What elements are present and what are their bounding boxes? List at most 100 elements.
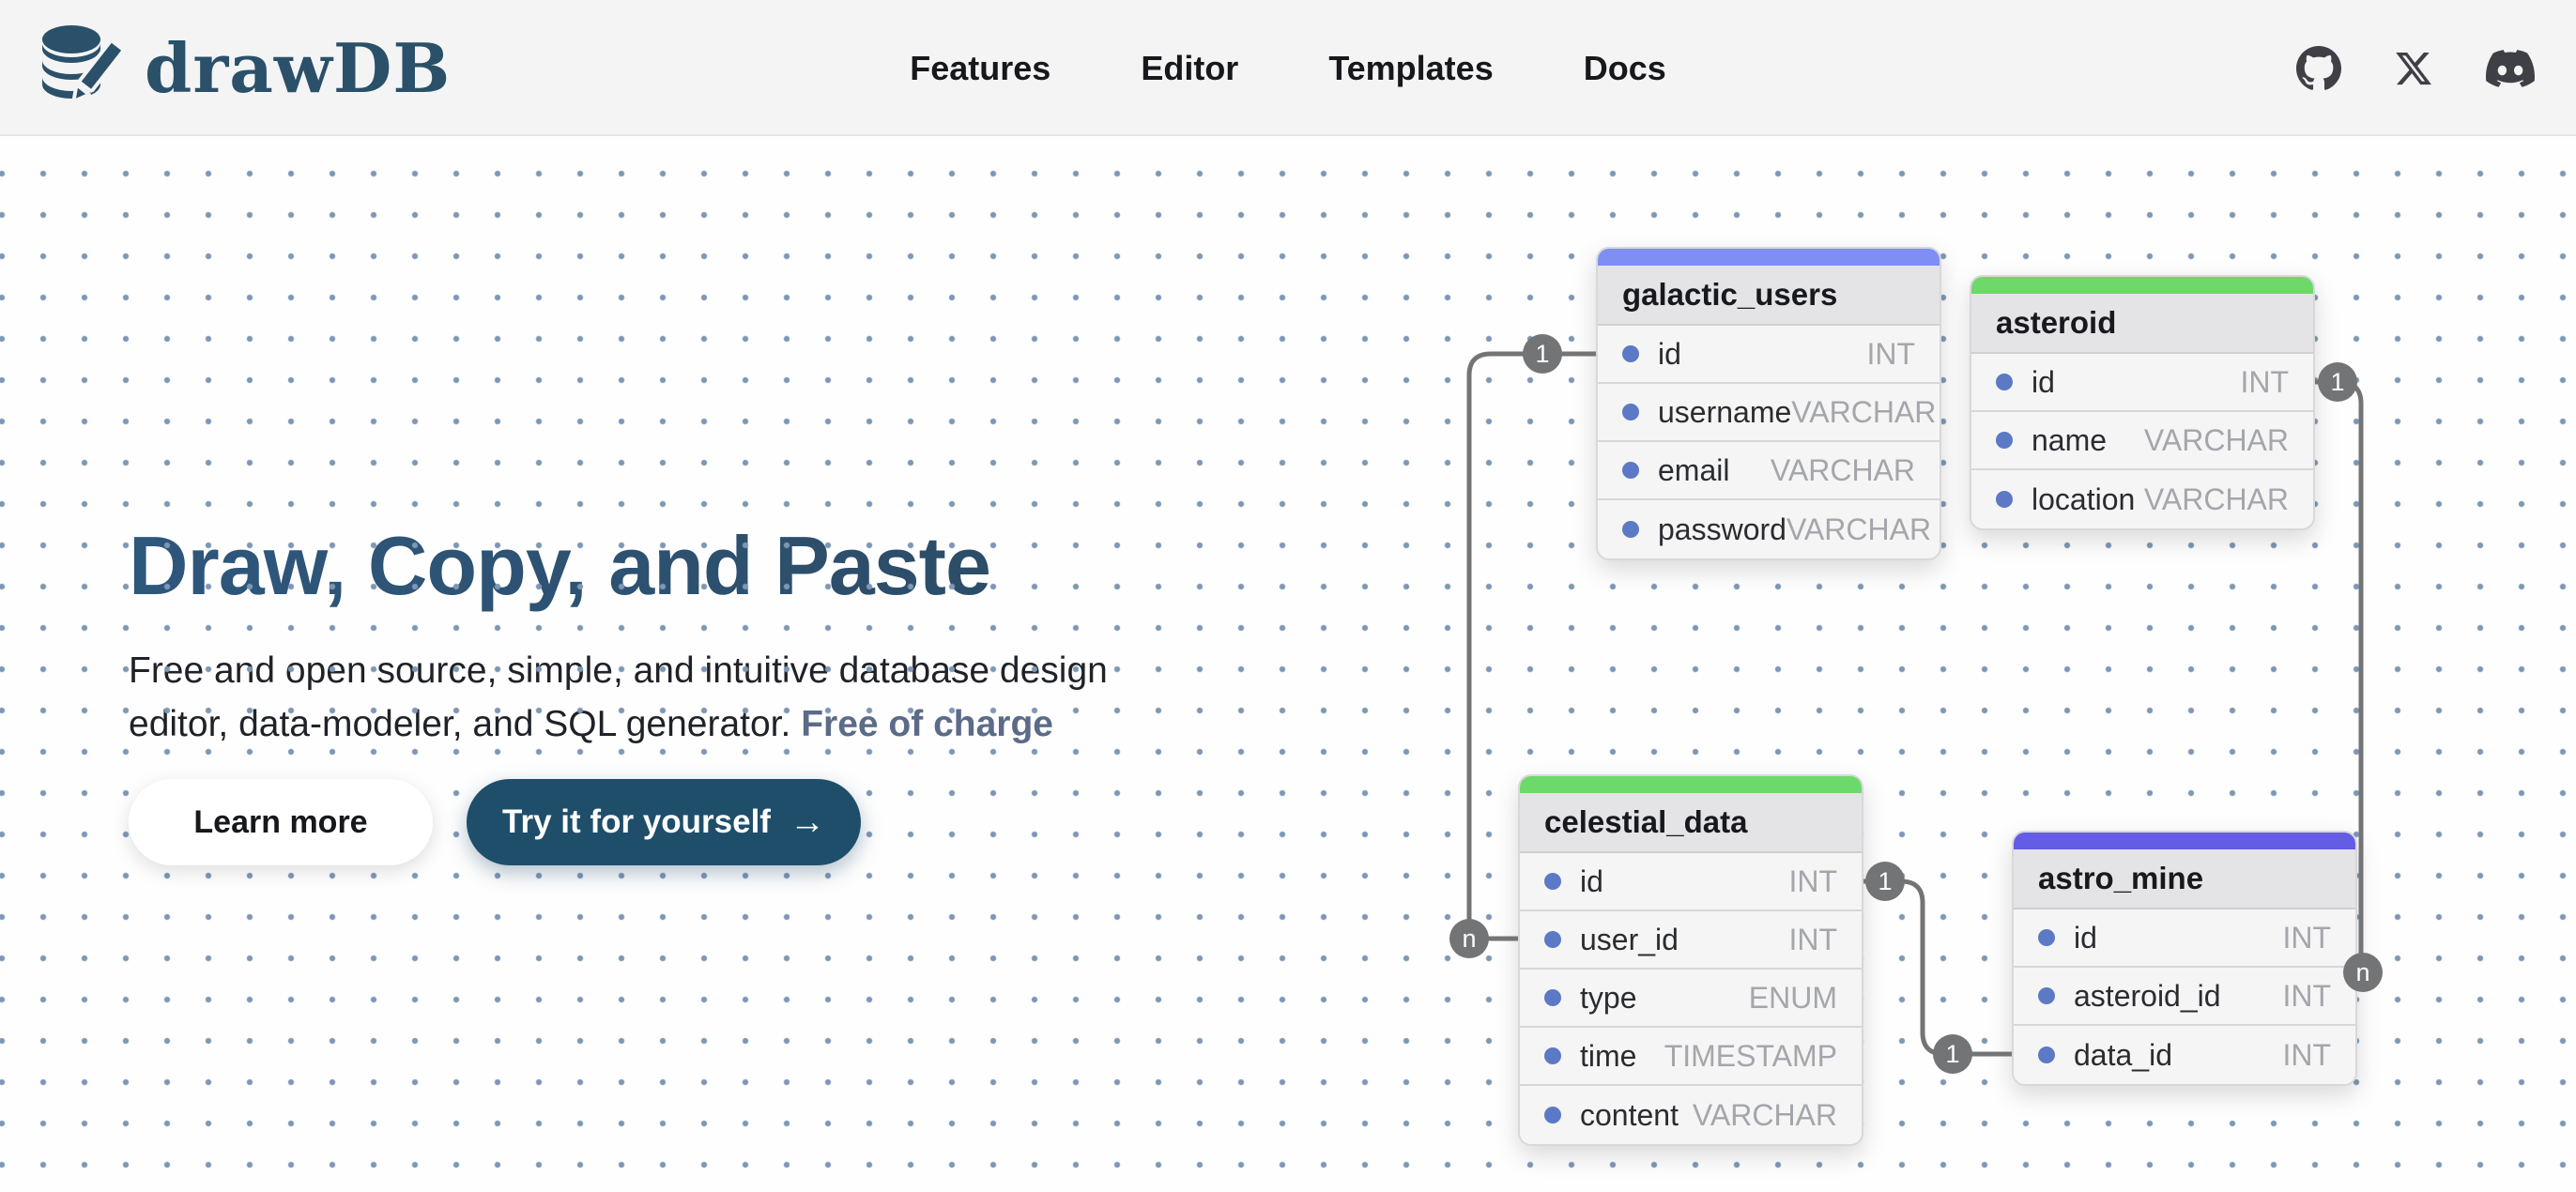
field-type: INT xyxy=(2282,979,2331,1014)
field-type: INT xyxy=(2282,921,2331,955)
field-type: INT xyxy=(1788,923,1837,957)
drawdb-logo[interactable]: drawDB xyxy=(38,21,451,115)
field-dot-icon xyxy=(1544,931,1561,948)
field-dot-icon xyxy=(2038,987,2055,1004)
field-dot-icon xyxy=(1996,432,2013,449)
field-row-id[interactable]: id INT xyxy=(2014,909,2355,968)
field-name: name xyxy=(2032,423,2107,458)
field-type: VARCHAR xyxy=(1786,512,1931,547)
field-name: id xyxy=(2032,365,2055,400)
hero-subtitle-line2: editor, data-modeler, and SQL generator. xyxy=(129,704,790,744)
table-accent-strip xyxy=(1520,776,1862,793)
table-name: astro_mine xyxy=(2014,849,2355,909)
table-galactic_users[interactable]: galactic_usersidINTusernameVARCHARemailV… xyxy=(1596,247,1941,560)
table-name: asteroid xyxy=(1971,294,2313,354)
field-row-email[interactable]: email VARCHAR xyxy=(1598,442,1940,500)
field-dot-icon xyxy=(1622,404,1639,420)
table-accent-strip xyxy=(1598,249,1940,266)
field-name: data_id xyxy=(2074,1038,2172,1073)
table-astro_mine[interactable]: astro_mineid INT asteroid_id INT data_id INT xyxy=(2012,831,2357,1086)
brand-name: drawDB xyxy=(145,28,451,108)
field-row-password[interactable]: passwordVARCHAR xyxy=(1598,500,1940,558)
field-dot-icon xyxy=(1622,345,1639,362)
table-name: galactic_users xyxy=(1598,266,1940,326)
field-type: VARCHAR xyxy=(1693,1098,1837,1133)
discord-icon[interactable] xyxy=(2486,44,2535,93)
field-row-location[interactable]: location VARCHAR xyxy=(1971,470,2313,528)
field-name: asteroid_id xyxy=(2074,979,2221,1014)
field-name: id xyxy=(2074,921,2097,955)
field-dot-icon xyxy=(1544,1107,1561,1123)
table-celestial_data[interactable]: celestial_dataid INT user_id INT type ENUM tim… xyxy=(1518,774,1863,1146)
nav-link-features[interactable]: Features xyxy=(910,49,1050,88)
field-dot-icon xyxy=(1544,873,1561,890)
field-type: VARCHAR xyxy=(1791,395,1936,430)
cardinality-badge-1: 1 xyxy=(2318,362,2357,402)
field-dot-icon xyxy=(1996,491,2013,508)
field-name: password xyxy=(1658,512,1786,547)
social-links xyxy=(2296,0,2535,136)
field-dot-icon xyxy=(2038,1047,2055,1063)
field-row-asteroid_id[interactable]: asteroid_id INT xyxy=(2014,968,2355,1026)
field-name: content xyxy=(1580,1098,1679,1133)
field-name: type xyxy=(1580,981,1636,1016)
field-name: email xyxy=(1658,453,1729,488)
drawdb-database-pencil-icon xyxy=(38,21,131,115)
field-type: TIMESTAMP xyxy=(1664,1039,1837,1074)
try-it-label: Try it for yourself xyxy=(502,803,771,841)
field-row-time[interactable]: time TIMESTAMP xyxy=(1520,1028,1862,1086)
field-dot-icon xyxy=(2038,929,2055,946)
hero-subtitle-line1: Free and open source, simple, and intuit… xyxy=(129,650,1108,691)
field-type: INT xyxy=(1788,864,1837,899)
nav-link-editor[interactable]: Editor xyxy=(1141,49,1238,88)
cardinality-badge-n: n xyxy=(1449,919,1489,958)
main-navigation: Features Editor Templates Docs xyxy=(910,0,1666,136)
field-row-id[interactable]: id INT xyxy=(1971,354,2313,412)
hero-section: Draw, Copy, and Paste Free and open sour… xyxy=(129,518,1255,751)
field-row-username[interactable]: usernameVARCHAR xyxy=(1598,384,1940,442)
field-type: INT xyxy=(2240,365,2289,400)
learn-more-button[interactable]: Learn more xyxy=(129,779,433,865)
field-type: VARCHAR xyxy=(2144,482,2289,517)
field-dot-icon xyxy=(1996,374,2013,390)
field-type: INT xyxy=(1866,337,1915,372)
github-icon[interactable] xyxy=(2296,46,2341,91)
field-dot-icon xyxy=(1622,521,1639,538)
arrow-right-icon: → xyxy=(790,802,825,843)
cardinality-badge-1: 1 xyxy=(1933,1034,1972,1074)
table-accent-strip xyxy=(2014,833,2355,849)
field-type: VARCHAR xyxy=(2144,423,2289,458)
field-row-type[interactable]: type ENUM xyxy=(1520,970,1862,1028)
field-type: ENUM xyxy=(1749,981,1837,1016)
field-row-content[interactable]: content VARCHAR xyxy=(1520,1086,1862,1144)
cardinality-badge-1: 1 xyxy=(1523,334,1562,374)
field-row-id[interactable]: id INT xyxy=(1598,326,1940,384)
top-navbar: drawDB Features Editor Templates Docs xyxy=(0,0,2576,136)
free-of-charge-link[interactable]: Free of charge xyxy=(801,704,1053,744)
cardinality-badge-n: n xyxy=(2343,953,2383,992)
field-name: id xyxy=(1580,864,1603,899)
field-name: location xyxy=(2032,482,2135,517)
table-accent-strip xyxy=(1971,277,2313,294)
field-row-user_id[interactable]: user_id INT xyxy=(1520,911,1862,970)
field-row-data_id[interactable]: data_id INT xyxy=(2014,1026,2355,1084)
field-row-name[interactable]: name VARCHAR xyxy=(1971,412,2313,470)
field-type: INT xyxy=(2282,1038,2331,1073)
cardinality-badge-1: 1 xyxy=(1865,862,1905,901)
hero-title: Draw, Copy, and Paste xyxy=(129,518,1255,614)
nav-link-templates[interactable]: Templates xyxy=(1328,49,1493,88)
field-name: time xyxy=(1580,1039,1636,1074)
field-row-id[interactable]: id INT xyxy=(1520,853,1862,911)
x-twitter-icon[interactable] xyxy=(2394,49,2433,88)
try-it-button[interactable]: Try it for yourself → xyxy=(467,779,861,865)
cta-buttons: Learn more Try it for yourself → xyxy=(129,779,861,865)
hero-subtitle: Free and open source, simple, and intuit… xyxy=(129,644,1255,751)
field-name: username xyxy=(1658,395,1791,430)
nav-link-docs[interactable]: Docs xyxy=(1584,49,1666,88)
table-asteroid[interactable]: asteroid id INT name VARCHAR location VARCHAR xyxy=(1970,275,2315,530)
field-dot-icon xyxy=(1544,989,1561,1006)
field-type: VARCHAR xyxy=(1771,453,1915,488)
table-name: celestial_data xyxy=(1520,793,1862,853)
field-name: id xyxy=(1658,337,1681,372)
field-name: user_id xyxy=(1580,923,1679,957)
